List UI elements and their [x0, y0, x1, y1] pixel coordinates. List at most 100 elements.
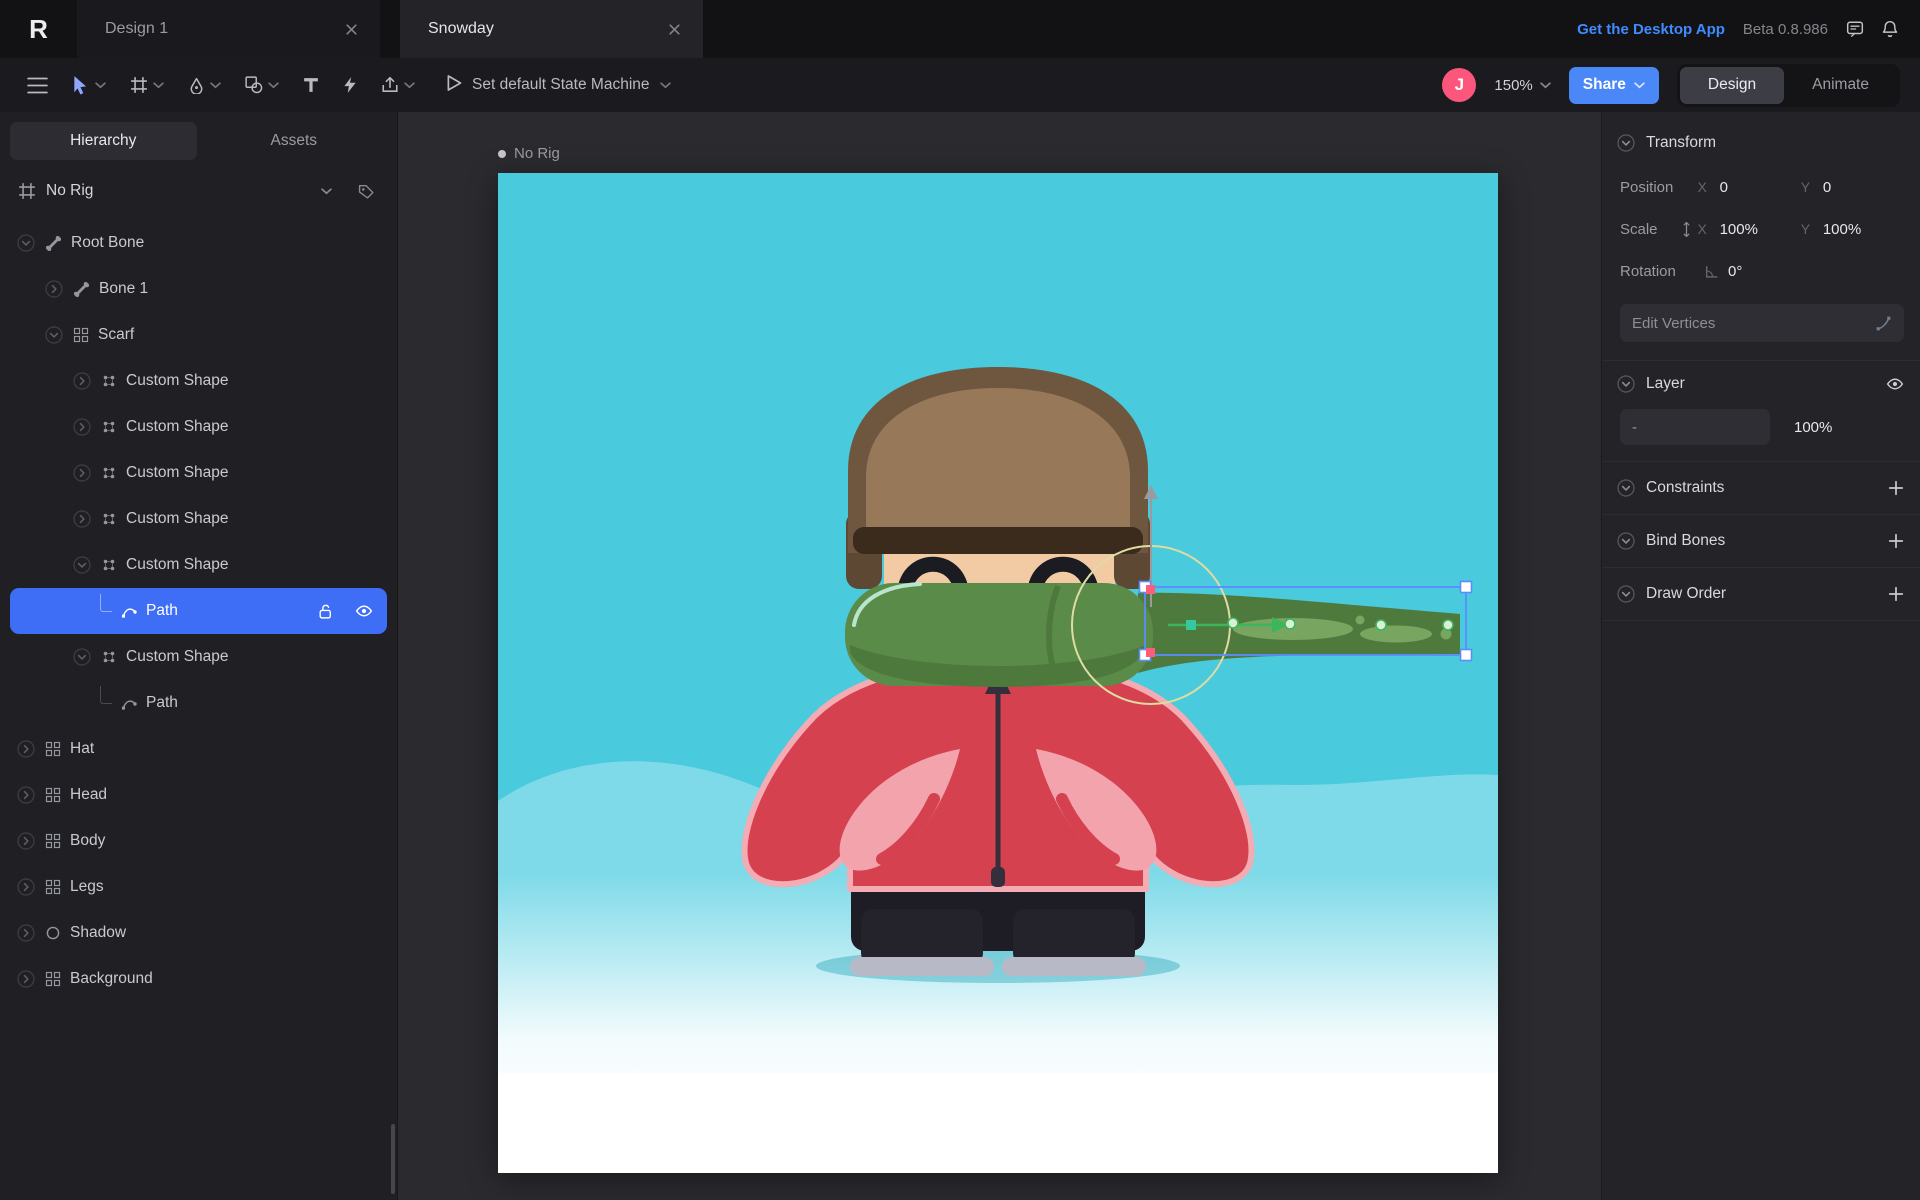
tab-design-1[interactable]: Design 1	[77, 0, 380, 58]
bolt-tool-button[interactable]	[334, 68, 366, 102]
shapes-tool-button[interactable]	[236, 68, 288, 102]
uniform-scale-icon[interactable]	[1681, 221, 1698, 238]
rig-badge[interactable]: No Rig	[498, 145, 560, 162]
text-tool-button[interactable]	[294, 69, 328, 101]
chevron-down-icon[interactable]	[321, 187, 332, 195]
chevron-right-icon[interactable]	[16, 785, 36, 805]
chevron-down-icon[interactable]	[268, 81, 279, 89]
chevron-right-icon[interactable]	[72, 417, 92, 437]
chevron-down-icon[interactable]	[1616, 374, 1636, 394]
share-button[interactable]: Share	[1568, 66, 1659, 104]
position-y-input[interactable]: 0	[1823, 179, 1904, 196]
chevron-right-icon[interactable]	[16, 877, 36, 897]
tree-item-custom-shape[interactable]: Custom Shape	[0, 496, 397, 542]
play-icon[interactable]	[446, 74, 462, 97]
chevron-right-icon[interactable]	[16, 969, 36, 989]
pen-tool-button[interactable]	[179, 69, 230, 102]
tree-item-shadow[interactable]: Shadow	[0, 910, 397, 956]
chevron-right-icon[interactable]	[16, 831, 36, 851]
tree-item-path[interactable]: Path	[0, 680, 397, 726]
tag-icon[interactable]	[358, 183, 375, 200]
tree-item-legs[interactable]: Legs	[0, 864, 397, 910]
menu-tool-button[interactable]	[18, 69, 57, 102]
tree-item-root-bone[interactable]: Root Bone	[0, 220, 397, 266]
close-icon[interactable]	[664, 19, 685, 40]
layer-opacity-input[interactable]: 100%	[1794, 419, 1832, 436]
edit-vertices-button[interactable]: Edit Vertices	[1620, 304, 1904, 342]
bind-bones-section-header[interactable]: Bind Bones	[1602, 515, 1920, 567]
rotation-row: Rotation 0°	[1602, 250, 1920, 292]
tree-item-custom-shape[interactable]: Custom Shape	[0, 358, 397, 404]
tree-item-hat[interactable]: Hat	[0, 726, 397, 772]
add-draw-order-button[interactable]	[1888, 586, 1904, 602]
draw-order-section-header[interactable]: Draw Order	[1602, 568, 1920, 620]
chevron-down-icon[interactable]	[72, 647, 92, 667]
sidebar-scrollbar[interactable]	[391, 1124, 395, 1194]
tab-snowday[interactable]: Snowday	[400, 0, 703, 58]
export-tool-button[interactable]	[372, 68, 424, 102]
tree-item-custom-shape[interactable]: Custom Shape	[0, 404, 397, 450]
layer-section-header[interactable]: Layer	[1602, 361, 1920, 407]
zoom-control[interactable]: 150%	[1494, 77, 1551, 94]
chevron-down-icon[interactable]	[72, 555, 92, 575]
tab-assets[interactable]: Assets	[201, 122, 388, 160]
tree-item-head[interactable]: Head	[0, 772, 397, 818]
tree-item-custom-shape[interactable]: Custom Shape	[0, 450, 397, 496]
tree-item-scarf[interactable]: Scarf	[0, 312, 397, 358]
chevron-down-icon[interactable]	[95, 81, 106, 89]
scale-y-input[interactable]: 100%	[1823, 221, 1904, 238]
tree-item-background[interactable]: Background	[0, 956, 397, 1002]
share-label: Share	[1582, 76, 1626, 93]
position-x-input[interactable]: 0	[1720, 179, 1801, 196]
tree-item-path[interactable]: Path	[10, 588, 387, 634]
chevron-right-icon[interactable]	[72, 463, 92, 483]
chevron-right-icon[interactable]	[72, 371, 92, 391]
chevron-right-icon[interactable]	[44, 279, 64, 299]
feedback-icon[interactable]	[1846, 20, 1864, 38]
rig-selector[interactable]: No Rig	[10, 168, 387, 214]
tree-item-bone-1[interactable]: Bone 1	[0, 266, 397, 312]
constraints-section-header[interactable]: Constraints	[1602, 462, 1920, 514]
chevron-down-icon[interactable]	[1616, 531, 1636, 551]
tree-item-body[interactable]: Body	[0, 818, 397, 864]
chevron-down-icon[interactable]	[1634, 81, 1645, 89]
chevron-down-icon[interactable]	[1616, 133, 1636, 153]
get-desktop-app-link[interactable]: Get the Desktop App	[1577, 21, 1725, 38]
chevron-right-icon[interactable]	[72, 509, 92, 529]
animate-mode-button[interactable]: Animate	[1784, 67, 1897, 104]
chevron-down-icon[interactable]	[1616, 478, 1636, 498]
close-icon[interactable]	[341, 19, 362, 40]
chevron-down-icon[interactable]	[44, 325, 64, 345]
chevron-down-icon[interactable]	[1540, 81, 1551, 89]
avatar[interactable]: J	[1442, 68, 1477, 102]
chevron-down-icon[interactable]	[659, 81, 671, 89]
unlock-icon[interactable]	[317, 603, 334, 620]
artboard-tool-button[interactable]	[121, 68, 173, 102]
design-mode-button[interactable]: Design	[1679, 66, 1785, 104]
notifications-bell-icon[interactable]	[1882, 20, 1898, 38]
tab-hierarchy[interactable]: Hierarchy	[10, 122, 197, 160]
visibility-eye-icon[interactable]	[1886, 375, 1904, 393]
left-sole	[850, 957, 994, 976]
add-constraint-button[interactable]	[1888, 480, 1904, 496]
artboard[interactable]	[498, 173, 1498, 1173]
chevron-down-icon[interactable]	[16, 233, 36, 253]
chevron-down-icon[interactable]	[210, 81, 221, 89]
scale-x-input[interactable]: 100%	[1720, 221, 1801, 238]
add-bind-bone-button[interactable]	[1888, 533, 1904, 549]
rotation-input[interactable]: 0°	[1728, 263, 1816, 280]
transform-section-header[interactable]: Transform	[1602, 120, 1920, 166]
chevron-down-icon[interactable]	[153, 81, 164, 89]
chevron-right-icon[interactable]	[16, 739, 36, 759]
chevron-right-icon[interactable]	[16, 923, 36, 943]
blend-mode-select[interactable]: -	[1620, 409, 1770, 445]
chevron-down-icon[interactable]	[404, 81, 415, 89]
eye-icon[interactable]	[355, 602, 373, 620]
chevron-down-icon[interactable]	[1616, 584, 1636, 604]
state-machine-control[interactable]: Set default State Machine	[446, 74, 671, 97]
rive-logo[interactable]: R	[0, 0, 77, 58]
tree-item-custom-shape[interactable]: Custom Shape	[0, 634, 397, 680]
cursor-tool-button[interactable]	[63, 67, 115, 103]
tree-item-custom-shape[interactable]: Custom Shape	[0, 542, 397, 588]
stage-canvas[interactable]: No Rig	[398, 112, 1601, 1200]
